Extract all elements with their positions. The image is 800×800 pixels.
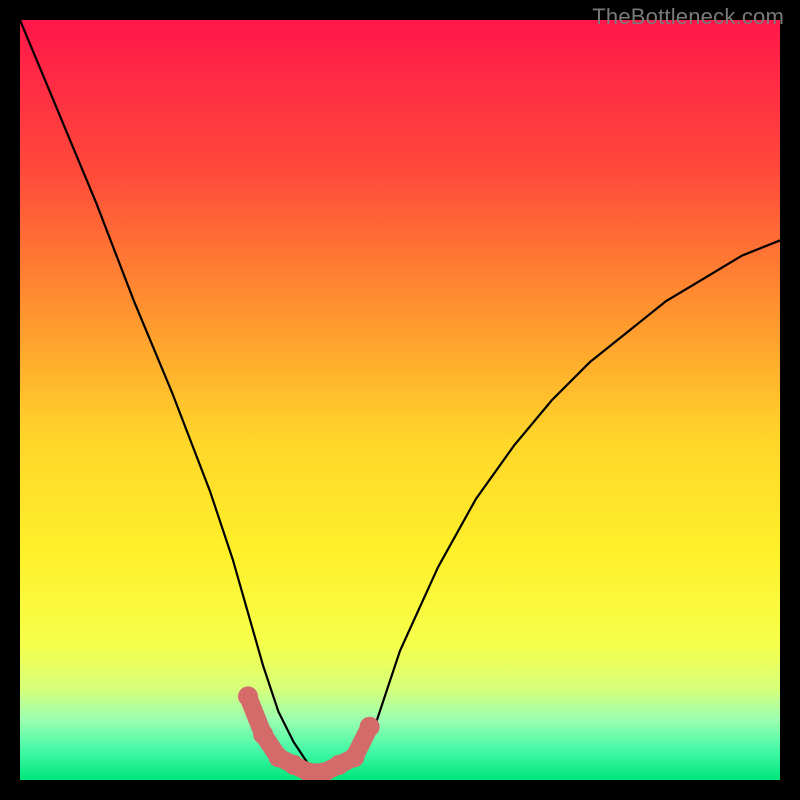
watermark-text: TheBottleneck.com (592, 4, 784, 30)
marker-dot (238, 686, 258, 706)
chart-svg (20, 20, 780, 780)
marker-dot (253, 724, 273, 744)
marker-dot (360, 717, 380, 737)
marker-dot (344, 747, 364, 767)
plot-area (20, 20, 780, 780)
chart-stage: TheBottleneck.com (0, 0, 800, 800)
gradient-background (20, 20, 780, 780)
